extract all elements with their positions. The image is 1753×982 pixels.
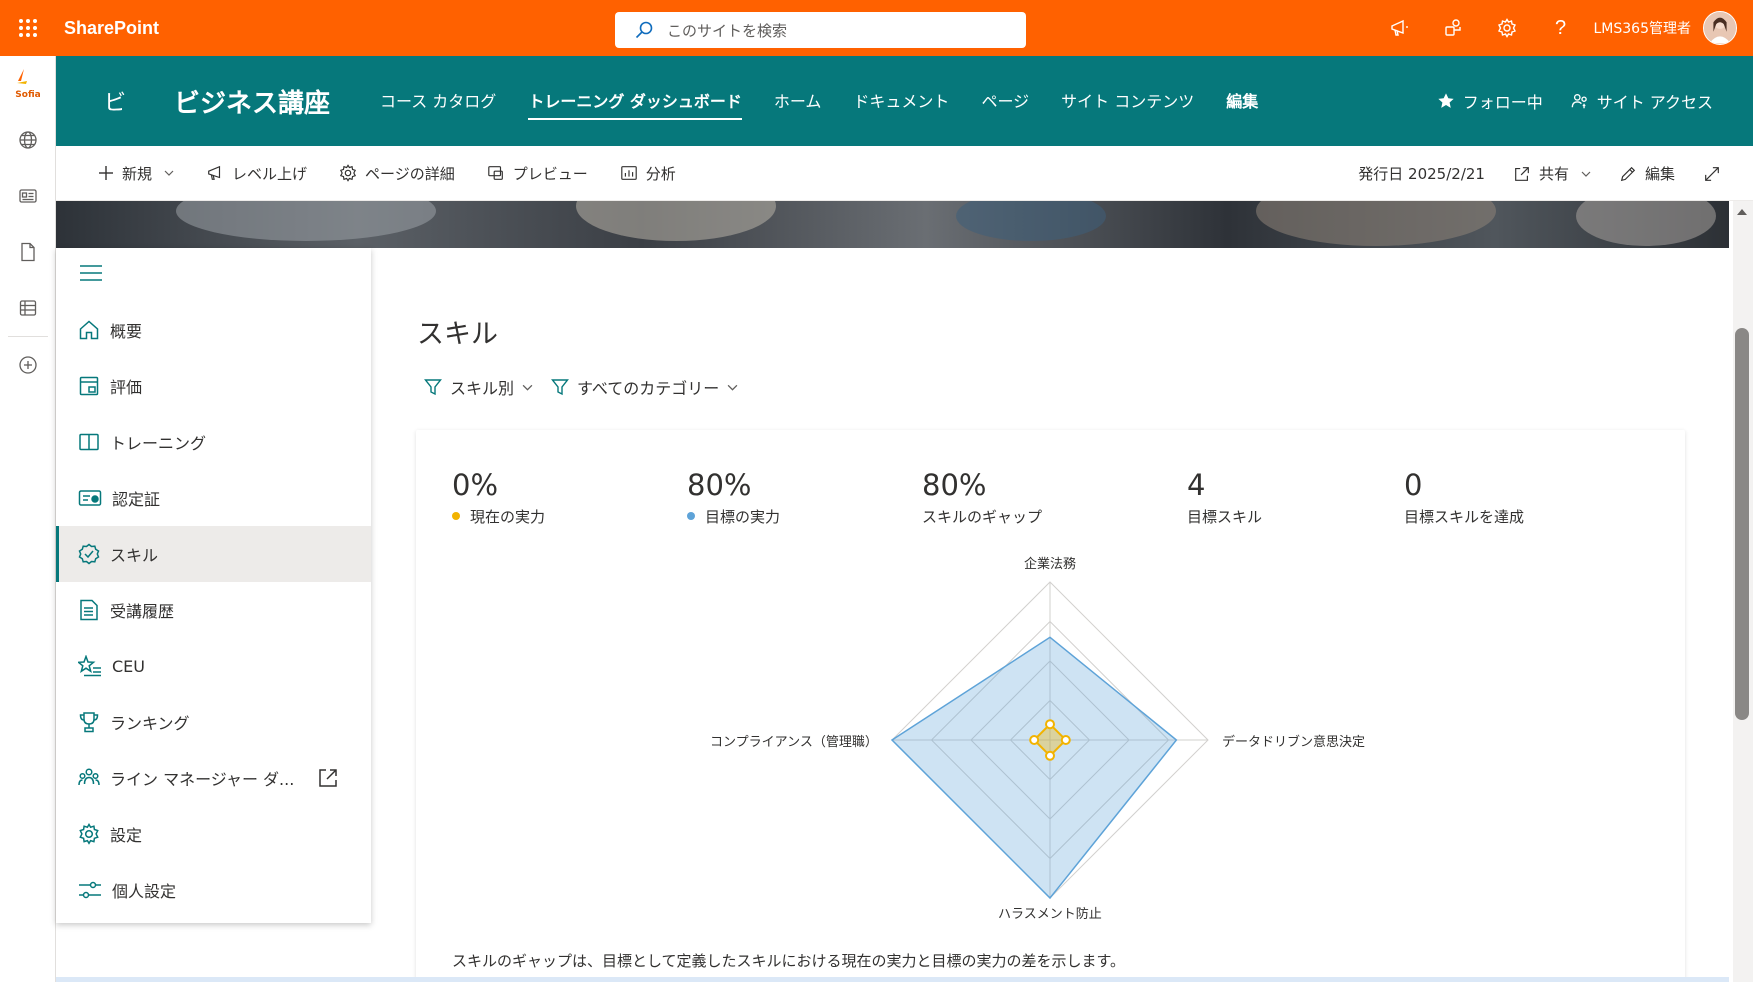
skill-gap-footnote: スキルのギャップは、目標として定義したスキルにおける現在の実力と目標の実力の差を…: [452, 952, 1126, 970]
radar-point-current: [1060, 735, 1071, 745]
radar-point-current: [1029, 735, 1040, 745]
skills-radar-chart: [890, 581, 1209, 900]
page-bottom-edge: [56, 977, 1729, 982]
radar-series-target: [890, 636, 1178, 900]
radar-axis-label: コンプライアンス（管理職）: [710, 734, 878, 750]
radar-axis-label: ハラスメント防止: [998, 906, 1102, 922]
radar-axis-label: 企業法務: [1024, 556, 1077, 572]
radar-point-current: [1045, 719, 1055, 730]
radar-axis-label: データドリブン意思決定: [1222, 734, 1366, 750]
radar-point-current: [1045, 750, 1055, 761]
